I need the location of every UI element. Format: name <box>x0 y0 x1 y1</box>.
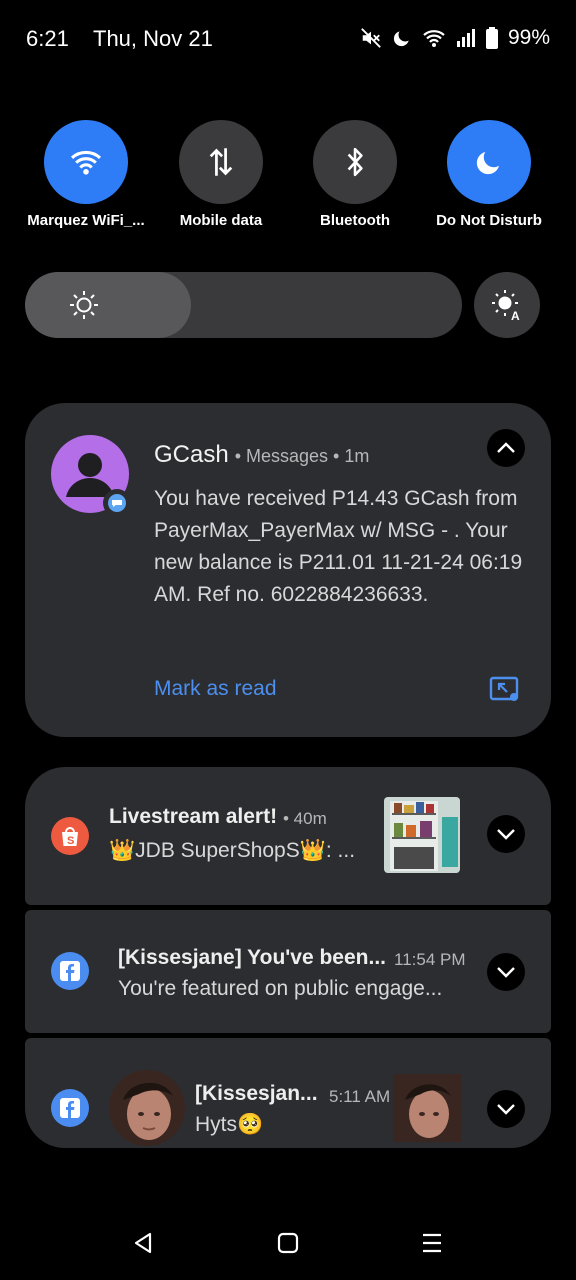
notification-facebook-message[interactable]: [Kissesjan... 5:11 AM Hyts🥺 <box>25 1038 551 1148</box>
gcash-message-body: You have received P14.43 GCash from Paye… <box>154 487 523 606</box>
open-popup-icon[interactable] <box>489 675 521 708</box>
sun-icon <box>69 290 99 325</box>
notification-text: You're featured on public engage... <box>118 977 443 1000</box>
brightness-slider[interactable] <box>25 272 462 338</box>
notification-facebook-featured[interactable]: [Kissesjane] You've been... 11:54 PM You… <box>25 910 551 1033</box>
thumbnail-image <box>384 797 460 873</box>
gcash-app-name: GCash <box>154 441 229 468</box>
collapse-button[interactable] <box>487 429 525 467</box>
mobile-data-toggle[interactable] <box>179 120 263 204</box>
bluetooth-toggle[interactable] <box>313 120 397 204</box>
navigation-bar <box>0 1210 576 1274</box>
qs-mobile-data-label: Mobile data <box>179 212 263 229</box>
mark-as-read-button[interactable]: Mark as read <box>154 677 277 701</box>
auto-brightness-button[interactable]: A <box>474 272 540 338</box>
back-icon <box>134 1232 152 1254</box>
qs-mobile-data-tile[interactable]: Mobile data <box>146 120 296 229</box>
bluetooth-icon <box>347 147 363 177</box>
home-button[interactable] <box>273 1228 303 1258</box>
expand-button[interactable] <box>487 1090 525 1128</box>
notification-time: 5:11 AM <box>329 1087 391 1106</box>
chevron-down-icon <box>497 1104 515 1115</box>
notification-title: Livestream alert! <box>109 805 278 828</box>
wifi-toggle[interactable] <box>44 120 128 204</box>
qs-dnd-label: Do Not Disturb <box>436 212 542 229</box>
notification-time: 11:54 PM <box>394 950 466 969</box>
signal-icon <box>456 29 476 47</box>
home-icon <box>277 1232 299 1254</box>
notification-title: [Kissesjane] You've been... <box>118 946 386 969</box>
chevron-down-icon <box>497 829 515 840</box>
battery-percent: 99% <box>507 26 550 49</box>
status-icons: 99% <box>360 26 550 50</box>
expand-button[interactable] <box>487 815 525 853</box>
sender-avatar <box>109 1070 185 1146</box>
thumbnail-image <box>393 1074 469 1150</box>
svg-text:A: A <box>511 309 520 322</box>
moon-icon <box>392 28 412 48</box>
status-time: 6:21 <box>26 26 69 51</box>
qs-wifi-label: Marquez WiFi_... <box>27 212 145 229</box>
facebook-icon <box>51 952 89 990</box>
svg-text:S: S <box>67 835 74 847</box>
gcash-meta: • Messages • 1m <box>234 446 370 466</box>
brightness-fill <box>25 272 191 338</box>
chevron-down-icon <box>497 967 515 978</box>
back-button[interactable] <box>128 1228 158 1258</box>
qs-bluetooth-tile[interactable]: Bluetooth <box>280 120 430 229</box>
qs-bluetooth-label: Bluetooth <box>320 212 390 229</box>
expand-button[interactable] <box>487 953 525 991</box>
mobile-data-icon <box>209 148 233 176</box>
auto-brightness-icon: A <box>492 290 520 322</box>
status-bar: 6:21 Thu, Nov 21 99% <box>0 0 576 80</box>
quick-settings: Marquez WiFi_... Mobile data Bluetooth D… <box>0 120 576 240</box>
recents-icon <box>423 1233 441 1253</box>
recents-button[interactable] <box>417 1228 447 1258</box>
shopee-icon: S <box>51 817 89 855</box>
qs-wifi-tile[interactable]: Marquez WiFi_... <box>11 120 161 229</box>
notification-text: Hyts🥺 <box>195 1113 264 1136</box>
wifi-icon <box>70 150 102 175</box>
status-date: Thu, Nov 21 <box>93 26 213 51</box>
messages-badge-icon <box>103 489 131 517</box>
dnd-toggle[interactable] <box>447 120 531 204</box>
mute-icon <box>360 27 382 49</box>
gcash-header: GCash • Messages • 1m <box>154 441 369 469</box>
moon-icon <box>476 152 499 175</box>
wifi-icon <box>422 28 446 48</box>
notification-text: 👑JDB SuperShopS👑: ... <box>109 839 356 862</box>
battery-icon <box>485 27 498 49</box>
notification-livestream[interactable]: S Livestream alert! • 40m 👑JDB SuperShop… <box>25 767 551 905</box>
qs-dnd-tile[interactable]: Do Not Disturb <box>414 120 564 229</box>
facebook-icon <box>51 1089 89 1127</box>
notification-time: • 40m <box>283 809 327 828</box>
chevron-up-icon <box>497 442 515 453</box>
notification-title: [Kissesjan... <box>195 1082 318 1105</box>
gcash-notification[interactable]: GCash • Messages • 1m You have received … <box>25 403 551 737</box>
